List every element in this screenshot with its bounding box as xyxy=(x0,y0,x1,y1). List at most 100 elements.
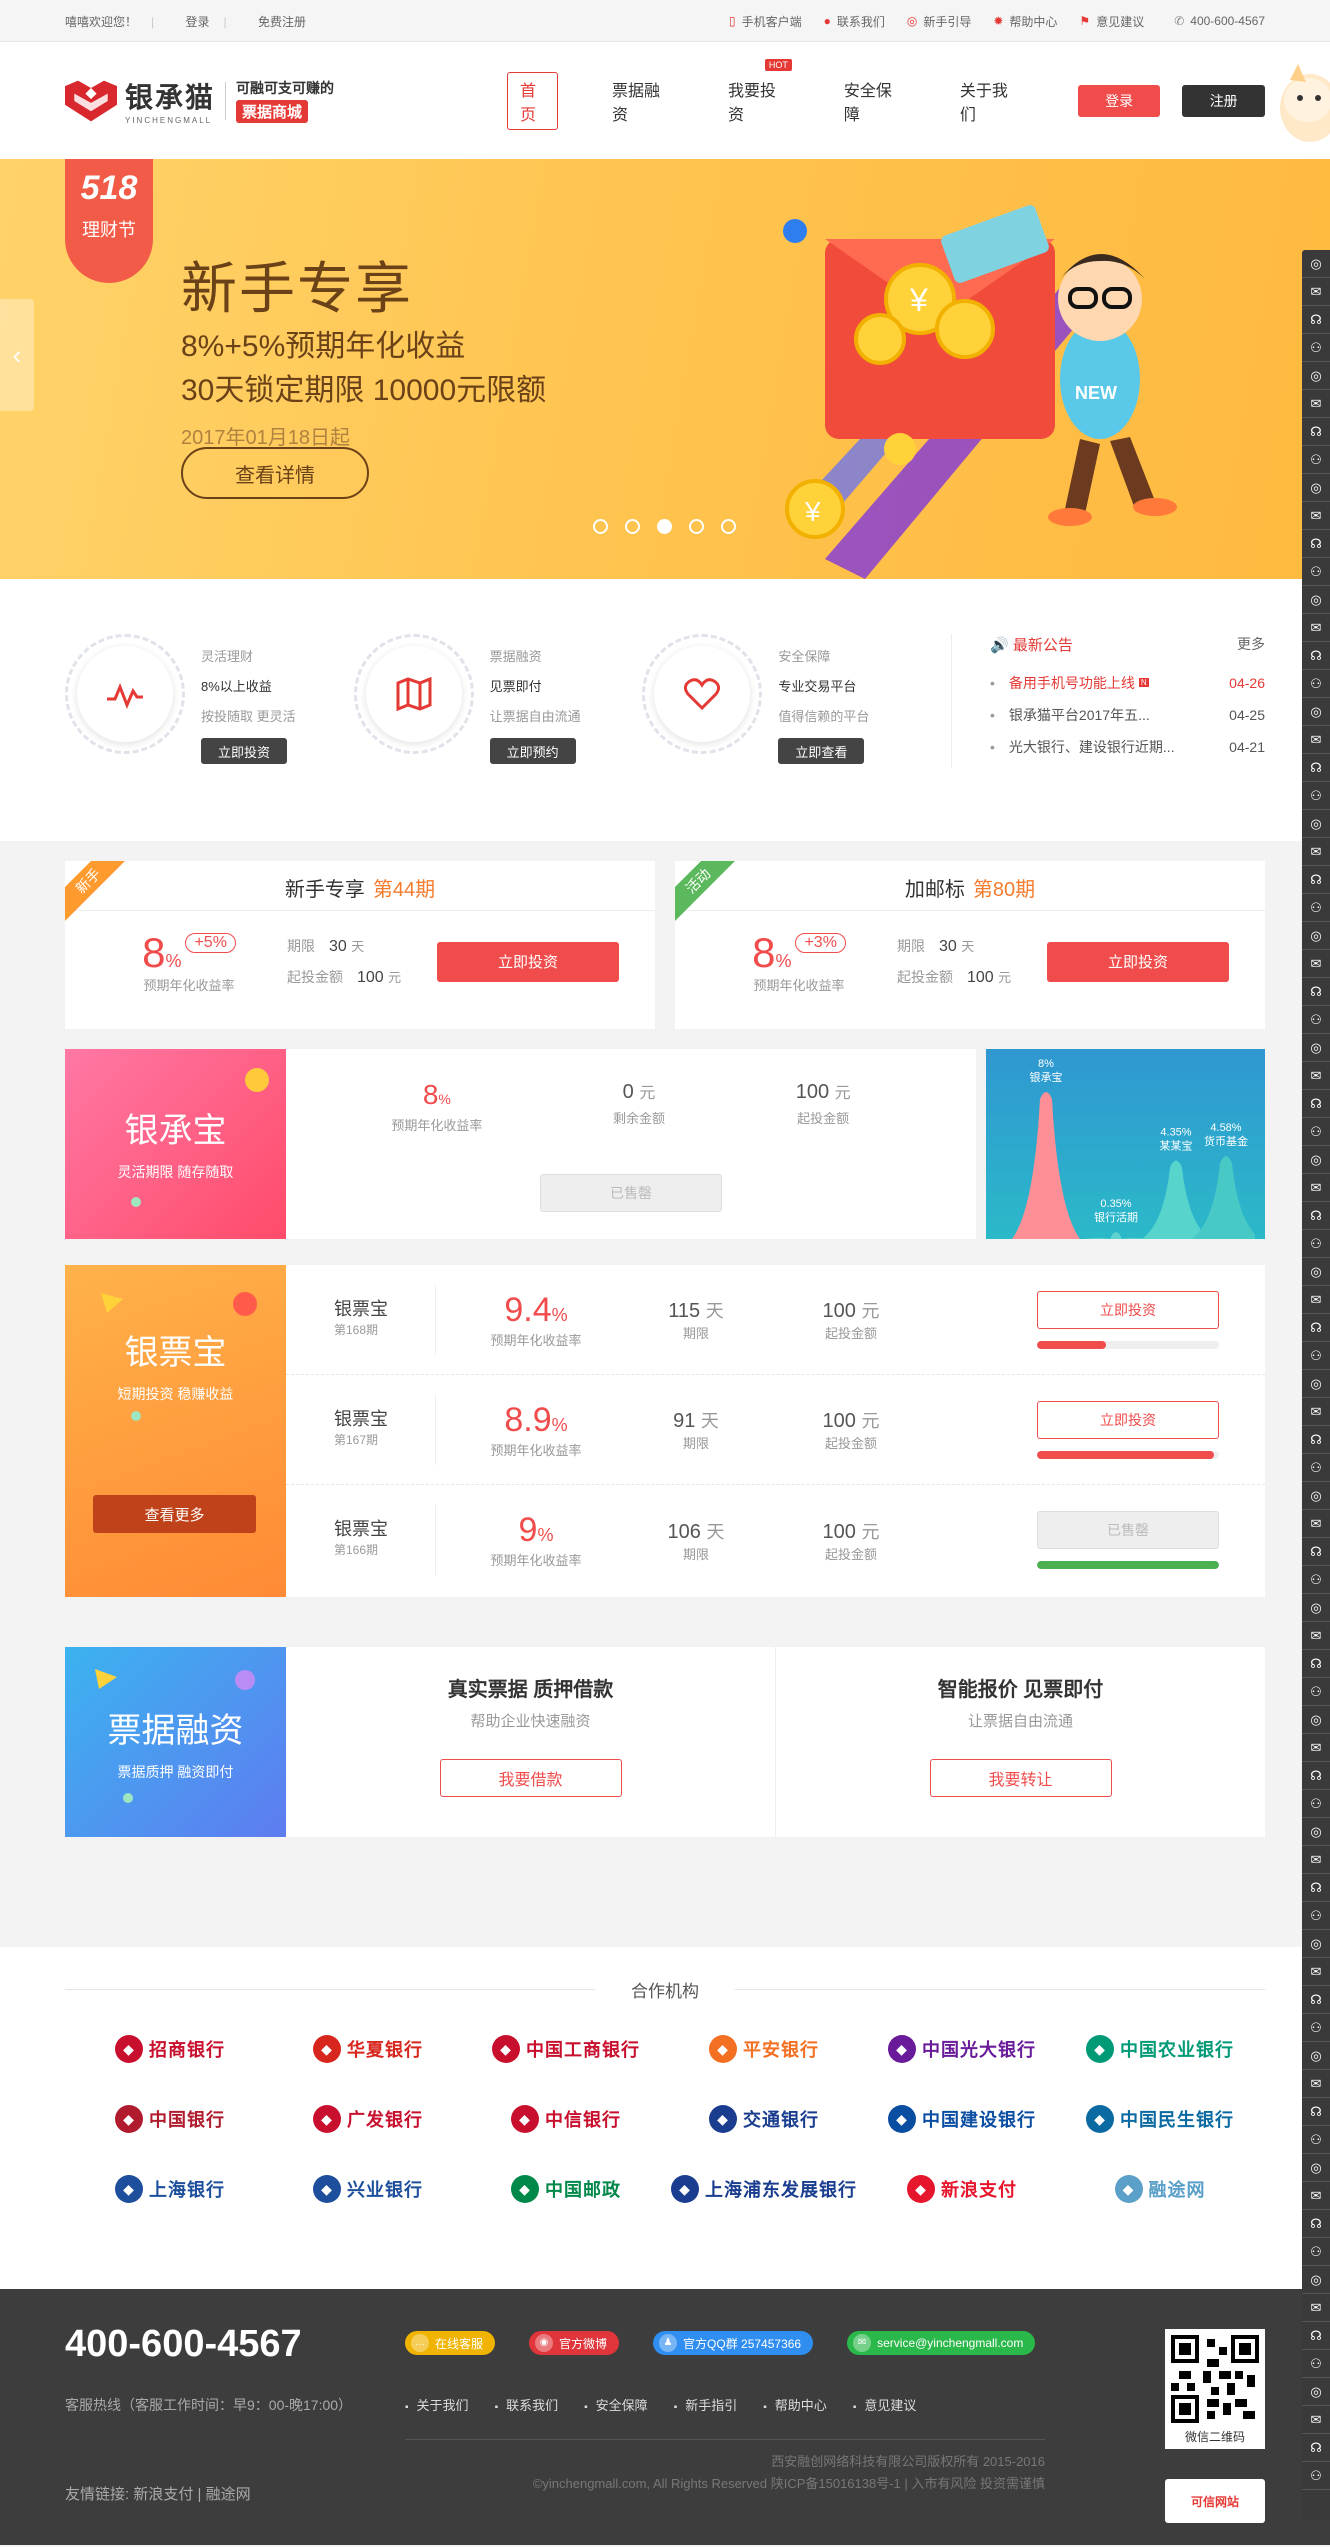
side-tool-icon[interactable]: ⚇ xyxy=(1302,334,1330,362)
partner-logo[interactable]: ◆ 招商银行 xyxy=(71,2028,269,2070)
partner-logo[interactable]: ◆ 平安银行 xyxy=(665,2028,863,2070)
side-tool-icon[interactable]: ⚇ xyxy=(1302,1678,1330,1706)
side-tool-icon[interactable]: ✉ xyxy=(1302,1062,1330,1090)
promo-invest-button[interactable]: 立即投资 xyxy=(1047,941,1229,982)
side-tool-icon[interactable]: ⚇ xyxy=(1302,446,1330,474)
side-tool-icon[interactable]: ☊ xyxy=(1302,1426,1330,1454)
side-tool-icon[interactable]: ⚇ xyxy=(1302,2126,1330,2154)
contact-link[interactable]: ● 联系我们 xyxy=(824,13,885,30)
side-tool-icon[interactable]: ☊ xyxy=(1302,1538,1330,1566)
side-tool-icon[interactable]: ☊ xyxy=(1302,1202,1330,1230)
side-tool-icon[interactable]: ◎ xyxy=(1302,1034,1330,1062)
announcement-item[interactable]: 光大银行、建设银行近期...04-21 xyxy=(990,731,1265,763)
side-tool-icon[interactable]: ☊ xyxy=(1302,754,1330,782)
side-tool-icon[interactable]: ◎ xyxy=(1302,922,1330,950)
side-tool-icon[interactable]: ◎ xyxy=(1302,2154,1330,2182)
side-tool-icon[interactable]: ✉ xyxy=(1302,1958,1330,1986)
announcement-item[interactable]: 银承猫平台2017年五...04-25 xyxy=(990,699,1265,731)
transfer-button[interactable]: 我要转让 xyxy=(929,1759,1112,1797)
side-tool-icon[interactable]: ✉ xyxy=(1302,502,1330,530)
partner-logo[interactable]: ◆ 融途网 xyxy=(1061,2168,1259,2210)
banner-dot[interactable] xyxy=(721,519,736,534)
banner-dot[interactable] xyxy=(689,519,704,534)
login-button[interactable]: 登录 xyxy=(1077,84,1161,117)
partner-logo[interactable]: ◆ 交通银行 xyxy=(665,2098,863,2140)
side-tool-icon[interactable]: ⚇ xyxy=(1302,2014,1330,2042)
partner-logo[interactable]: ◆ 上海浦东发展银行 xyxy=(665,2168,863,2210)
friend-links[interactable]: 友情链接: 新浪支付 | 融途网 xyxy=(65,2483,251,2504)
guide-link[interactable]: ◎ 新手引导 xyxy=(907,13,972,30)
side-tool-icon[interactable]: ✉ xyxy=(1302,1398,1330,1426)
side-tool-icon[interactable]: ☊ xyxy=(1302,1986,1330,2014)
side-tool-icon[interactable]: ◎ xyxy=(1302,1146,1330,1174)
footer-link-feedback[interactable]: 意见建议 xyxy=(853,2395,916,2414)
announcement-item[interactable]: 备用手机号功能上线N04-26 xyxy=(990,667,1265,699)
side-tool-icon[interactable]: ✉ xyxy=(1302,1734,1330,1762)
partner-logo[interactable]: ◆ 中国银行 xyxy=(71,2098,269,2140)
feedback-link[interactable]: ⚑ 意见建议 xyxy=(1079,13,1144,30)
side-tool-icon[interactable]: ☊ xyxy=(1302,1650,1330,1678)
side-tool-icon[interactable]: ⚇ xyxy=(1302,670,1330,698)
side-tool-icon[interactable]: ◎ xyxy=(1302,1706,1330,1734)
side-tool-icon[interactable]: ◎ xyxy=(1302,1594,1330,1622)
side-tool-icon[interactable]: ⚇ xyxy=(1302,2238,1330,2266)
qq-group-pill[interactable]: ♟ 官方QQ群 257457366 xyxy=(653,2331,814,2355)
nav-bill-financing[interactable]: 票据融资 xyxy=(600,73,674,129)
side-tool-icon[interactable]: ✉ xyxy=(1302,2182,1330,2210)
footer-link-about[interactable]: 关于我们 xyxy=(405,2395,469,2414)
side-tool-icon[interactable]: ✉ xyxy=(1302,1510,1330,1538)
side-tool-icon[interactable]: ◎ xyxy=(1302,1482,1330,1510)
side-tool-icon[interactable]: ✉ xyxy=(1302,1622,1330,1650)
side-tool-icon[interactable]: ◎ xyxy=(1302,586,1330,614)
banner-dot[interactable] xyxy=(625,519,640,534)
yinchengbao-card[interactable]: 银承宝 灵活期限 随存随取 xyxy=(65,1049,286,1239)
help-link[interactable]: ✹ 帮助中心 xyxy=(993,13,1057,30)
side-tool-icon[interactable]: ☊ xyxy=(1302,1090,1330,1118)
banner-dot[interactable] xyxy=(593,519,608,534)
invest-now-button[interactable]: 立即投资 xyxy=(201,738,287,764)
nav-about[interactable]: 关于我们 xyxy=(948,73,1022,129)
side-tool-icon[interactable]: ◎ xyxy=(1302,1370,1330,1398)
banner-prev-arrow[interactable]: ‹ xyxy=(0,299,34,411)
footer-link-contact[interactable]: 联系我们 xyxy=(495,2395,558,2414)
partner-logo[interactable]: ◆ 中国邮政 xyxy=(467,2168,665,2210)
email-pill[interactable]: ✉ service@yinchengmall.com xyxy=(847,2331,1036,2355)
partner-logo[interactable]: ◆ 新浪支付 xyxy=(863,2168,1061,2210)
mobile-client-link[interactable]: ▯ 手机客户端 xyxy=(729,13,802,30)
side-tool-icon[interactable]: ☊ xyxy=(1302,1314,1330,1342)
side-tool-icon[interactable]: ◎ xyxy=(1302,250,1330,278)
trusted-site-badge[interactable]: 可信网站 xyxy=(1165,2479,1265,2523)
partner-logo[interactable]: ◆ 华夏银行 xyxy=(269,2028,467,2070)
side-tool-icon[interactable]: ✉ xyxy=(1302,1286,1330,1314)
side-tool-icon[interactable]: ⚇ xyxy=(1302,2350,1330,2378)
register-button[interactable]: 注册 xyxy=(1182,84,1265,117)
side-tool-icon[interactable]: ☊ xyxy=(1302,1762,1330,1790)
side-tool-icon[interactable]: ◎ xyxy=(1302,1818,1330,1846)
site-logo[interactable]: 银承猫 YINCHENGMALL 可融可支可赚的 票据商城 xyxy=(65,76,487,125)
partner-logo[interactable]: ◆ 上海银行 xyxy=(71,2168,269,2210)
side-tool-icon[interactable]: ◎ xyxy=(1302,474,1330,502)
side-tool-icon[interactable]: ⚇ xyxy=(1302,1230,1330,1258)
side-tool-icon[interactable]: ☊ xyxy=(1302,2434,1330,2462)
side-tool-icon[interactable]: ✉ xyxy=(1302,838,1330,866)
side-tool-icon[interactable]: ☊ xyxy=(1302,642,1330,670)
side-tool-icon[interactable]: ✉ xyxy=(1302,2406,1330,2434)
side-tool-icon[interactable]: ⚇ xyxy=(1302,1454,1330,1482)
nav-invest[interactable]: 我要投资 HOT xyxy=(716,58,792,129)
side-tool-icon[interactable]: ◎ xyxy=(1302,2042,1330,2070)
ypb-invest-button[interactable]: 立即投资 xyxy=(1037,1400,1219,1439)
side-tool-icon[interactable]: ☊ xyxy=(1302,2210,1330,2238)
banner-dot-active[interactable] xyxy=(657,519,672,534)
partner-logo[interactable]: ◆ 广发银行 xyxy=(269,2098,467,2140)
side-tool-icon[interactable]: ✉ xyxy=(1302,2070,1330,2098)
ypb-invest-button[interactable]: 立即投资 xyxy=(1037,1290,1219,1329)
side-tool-icon[interactable]: ◎ xyxy=(1302,2378,1330,2406)
side-tool-icon[interactable]: ☊ xyxy=(1302,530,1330,558)
side-tool-icon[interactable]: ☊ xyxy=(1302,2098,1330,2126)
side-toolbar[interactable]: ◎ ✉ ☊ ⚇ ◎ ✉ ☊ ⚇ ◎ ✉ ☊ ⚇ ◎ ✉ ☊ ⚇ ◎ ✉ ☊ ⚇ ◎ ✉ ☊ ⚇ ◎ ✉ ☊ ⚇ ◎ ✉ ☊ ⚇ ◎ ✉ ☊ ⚇ ◎ ✉ ☊ ⚇… xyxy=(1302,250,1330,2520)
side-tool-icon[interactable]: ⚇ xyxy=(1302,1342,1330,1370)
side-tool-icon[interactable]: ✉ xyxy=(1302,390,1330,418)
weibo-pill[interactable]: ◉ 官方微博 xyxy=(529,2331,620,2355)
side-tool-icon[interactable]: ⚇ xyxy=(1302,1566,1330,1594)
partner-logo[interactable]: ◆ 中国建设银行 xyxy=(863,2098,1061,2140)
